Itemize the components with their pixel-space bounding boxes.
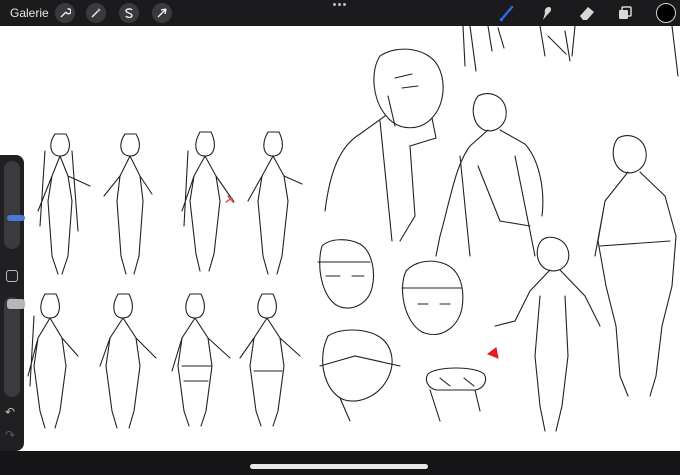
left-sidebar: ↶ ↷ (0, 155, 25, 451)
magic-wand-icon[interactable] (86, 3, 106, 23)
selection-s-icon[interactable] (119, 3, 139, 23)
undo-icon[interactable]: ↶ (5, 405, 15, 419)
size-slider-knob[interactable] (7, 215, 25, 221)
red-gem-mark (486, 347, 499, 359)
square-modify-icon[interactable] (6, 270, 18, 282)
opacity-slider-knob[interactable] (7, 299, 25, 309)
turnaround-row-2 (27, 293, 301, 429)
top-toolbar: Galerie (0, 0, 680, 26)
bottom-bar (0, 451, 680, 475)
back-view-sketch (435, 93, 544, 257)
redo-icon[interactable]: ↷ (5, 428, 15, 442)
head-studies (317, 239, 487, 422)
turnaround-row-1 (37, 131, 303, 275)
drawing-canvas[interactable] (0, 26, 680, 451)
brush-icon[interactable] (497, 3, 517, 23)
smudge-icon[interactable] (537, 3, 557, 23)
home-indicator[interactable] (250, 464, 428, 469)
profile-bust-sketch (324, 48, 444, 242)
sketch-artwork (27, 26, 679, 432)
right-figure-sketch (594, 135, 677, 397)
color-picker-button[interactable] (656, 3, 676, 23)
opacity-slider[interactable] (4, 297, 25, 397)
brush-size-slider[interactable] (4, 161, 25, 249)
layers-icon[interactable] (615, 3, 635, 23)
wrench-icon[interactable] (55, 3, 75, 23)
gallery-button[interactable]: Galerie (10, 6, 49, 20)
eraser-icon[interactable] (577, 3, 597, 23)
mid-figure-sketch (494, 236, 601, 432)
more-dots-icon[interactable] (333, 3, 347, 9)
arrow-cursor-icon[interactable] (152, 3, 172, 23)
